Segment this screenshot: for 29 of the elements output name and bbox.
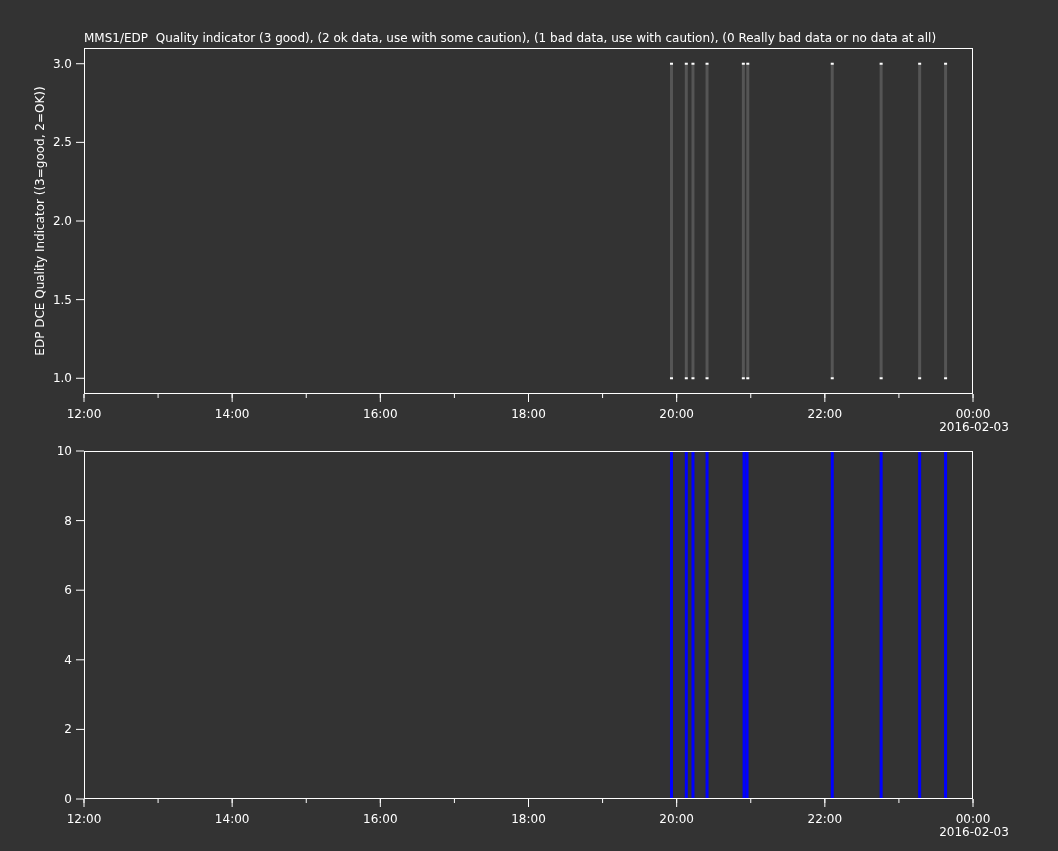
tick-label: 14:00 [214, 812, 250, 826]
tick-label: 3.0 [52, 56, 72, 71]
tick-label: 2.0 [52, 214, 72, 228]
axis-title: EDP DCE Quality Indicator ((3=good, 2=OK)) [33, 86, 47, 356]
tick-label: 22:00 [807, 812, 843, 826]
tick-label: 18:00 [511, 812, 546, 826]
tick-label: 6 [64, 583, 72, 598]
tick-label: 16:00 [363, 407, 398, 421]
date-label: 2016-02-03 [939, 825, 1009, 839]
tick-label: 20:00 [659, 812, 694, 826]
tick-label: 8 [64, 513, 72, 528]
tick-label: 10 [56, 444, 72, 458]
tick-label: 20:00 [659, 407, 694, 421]
tick-label: 00:00 [955, 812, 991, 826]
tick-label: 00:00 [955, 407, 991, 421]
tick-label: 16:00 [363, 812, 398, 826]
tick-label: 0 [64, 792, 72, 806]
tick-label: 2 [64, 722, 72, 737]
tick-label: 12:00 [66, 812, 102, 826]
tick-label: 22:00 [807, 407, 843, 421]
tick-label: 1.5 [52, 292, 72, 307]
tick-label: 12:00 [66, 407, 102, 421]
tick-label: 14:00 [214, 407, 250, 421]
tick-label: 4 [64, 652, 72, 667]
date-label: 2016-02-03 [939, 420, 1009, 434]
plot-title: MMS1/EDP Quality indicator (3 good), (2 ok data, use with some caution), (1 bad data, use with caution), (0 Really bad data or no data at all) [84, 31, 937, 45]
tick-label: 18:00 [511, 407, 546, 421]
tick-label: 1.0 [52, 371, 72, 386]
tick-label: 2.5 [52, 135, 72, 150]
